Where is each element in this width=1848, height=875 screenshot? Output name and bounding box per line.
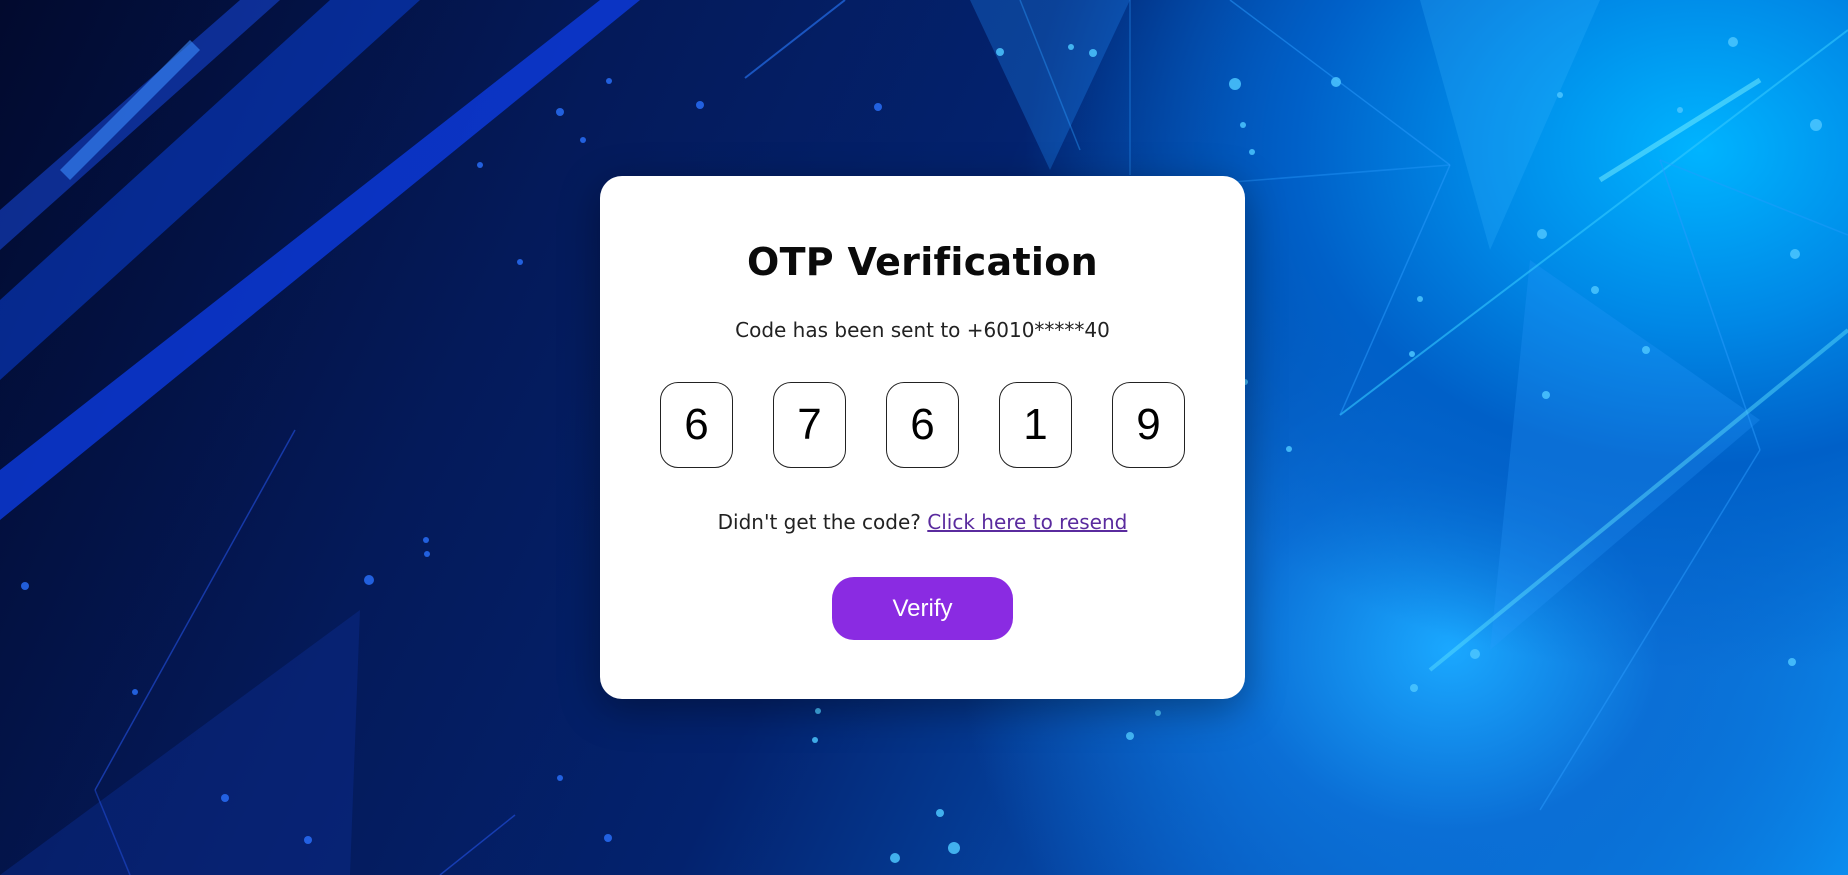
otp-digit-input-5[interactable]: 9 [1112,382,1185,468]
resend-row: Didn't get the code? Click here to resen… [600,510,1245,534]
resend-prompt: Didn't get the code? [717,510,921,534]
otp-digit-input-2[interactable]: 7 [773,382,846,468]
otp-digit-input-3[interactable]: 6 [886,382,959,468]
otp-card: OTP Verification Code has been sent to +… [600,176,1245,699]
code-sent-message: Code has been sent to +6010*****40 [735,318,1110,342]
verify-button[interactable]: Verify [832,577,1013,640]
otp-input-group: 6 7 6 1 9 [660,382,1185,470]
resend-link[interactable]: Click here to resend [927,510,1127,534]
otp-digit-input-1[interactable]: 6 [660,382,733,468]
page-background: OTP Verification Code has been sent to +… [0,0,1848,875]
otp-digit-input-4[interactable]: 1 [999,382,1072,468]
page-title: OTP Verification [746,240,1099,284]
